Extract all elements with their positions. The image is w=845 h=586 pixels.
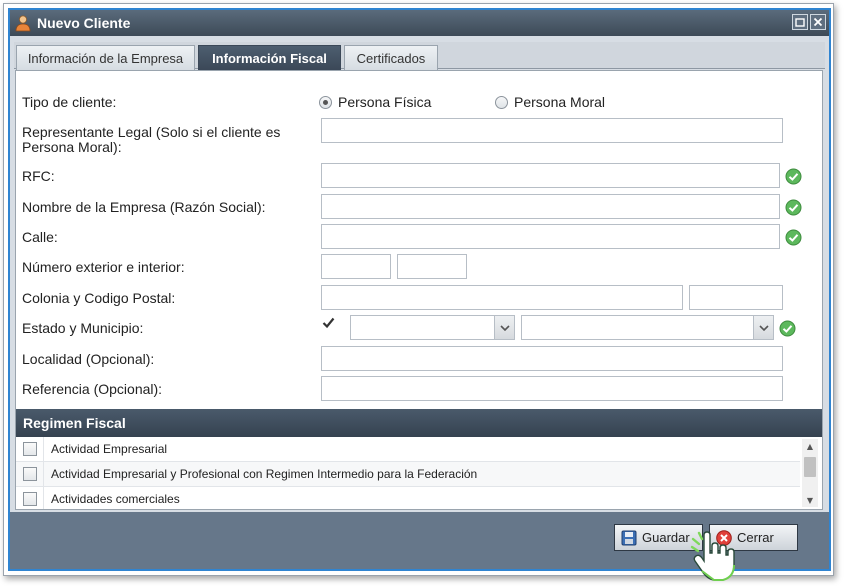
fiscal-form-panel: Tipo de cliente: Persona Física Persona … — [15, 70, 823, 510]
estado-municipio-label: Estado y Municipio: — [22, 320, 144, 336]
tab-certificados[interactable]: Certificados — [344, 45, 438, 70]
guardar-label: Guardar — [642, 530, 690, 545]
calle-input[interactable] — [321, 224, 780, 249]
save-icon — [621, 530, 637, 545]
representante-input[interactable] — [321, 118, 783, 143]
localidad-label: Localidad (Opcional): — [22, 351, 155, 367]
estado-checkbox[interactable] — [322, 316, 335, 329]
chevron-down-icon — [753, 316, 773, 339]
valid-check-icon — [779, 320, 796, 337]
nombre-empresa-label: Nombre de la Empresa (Razón Social): — [22, 199, 266, 215]
regimen-checkbox[interactable] — [22, 492, 37, 506]
nombre-empresa-input[interactable] — [321, 194, 780, 219]
cerrar-label: Cerrar — [737, 530, 774, 545]
regimen-checkbox[interactable] — [22, 442, 37, 456]
municipio-select[interactable] — [521, 315, 774, 340]
close-window-button[interactable] — [810, 14, 826, 30]
nuevo-cliente-window: Nuevo Cliente Información de la Empresa … — [8, 8, 831, 571]
hand-pointer-cursor-icon — [690, 531, 735, 581]
tab-informacion-fiscal[interactable]: Información Fiscal — [198, 45, 341, 70]
tab-informacion-empresa[interactable]: Información de la Empresa — [16, 45, 195, 70]
rfc-input[interactable] — [321, 163, 780, 188]
radio-persona-moral[interactable]: Persona Moral — [495, 94, 605, 110]
window-title: Nuevo Cliente — [37, 15, 131, 31]
colonia-input[interactable] — [321, 285, 683, 310]
scroll-thumb[interactable] — [804, 457, 816, 477]
rfc-label: RFC: — [22, 168, 55, 184]
radio-persona-fisica[interactable]: Persona Física — [319, 94, 431, 110]
numero-interior-input[interactable] — [397, 254, 467, 279]
referencia-input[interactable] — [321, 376, 783, 401]
maximize-button[interactable] — [792, 14, 808, 30]
regimen-row[interactable]: Actividad Empresarial y Profesional con … — [16, 461, 800, 487]
regimen-fiscal-list: Actividad Empresarial Actividad Empresar… — [16, 437, 822, 509]
regimen-label: Actividad Empresarial — [51, 442, 168, 456]
valid-check-icon — [785, 229, 802, 246]
chevron-down-icon — [494, 316, 514, 339]
tab-bar: Información de la Empresa Información Fi… — [14, 42, 825, 70]
calle-label: Calle: — [22, 229, 58, 245]
scroll-up-icon[interactable]: ▲ — [802, 439, 818, 453]
maximize-icon — [795, 18, 805, 27]
regimen-row[interactable]: Actividades comerciales — [16, 486, 800, 509]
radio-persona-moral-label: Persona Moral — [514, 94, 606, 110]
referencia-label: Referencia (Opcional): — [22, 381, 163, 397]
regimen-label: Actividad Empresarial y Profesional con … — [51, 467, 478, 481]
numero-exterior-input[interactable] — [321, 254, 391, 279]
close-icon — [813, 17, 823, 27]
valid-check-icon — [785, 199, 802, 216]
colonia-label: Colonia y Codigo Postal: — [22, 290, 176, 306]
representante-label-line2: Persona Moral): — [22, 139, 122, 155]
user-icon — [15, 15, 31, 32]
localidad-input[interactable] — [321, 346, 783, 371]
scroll-down-icon[interactable]: ▼ — [802, 493, 818, 507]
regimen-checkbox[interactable] — [22, 467, 37, 481]
radio-persona-fisica-label: Persona Física — [338, 94, 432, 110]
regimen-fiscal-header: Regimen Fiscal — [16, 409, 822, 437]
estado-select[interactable] — [350, 315, 515, 340]
valid-check-icon — [785, 168, 802, 185]
tipo-cliente-label: Tipo de cliente: — [22, 94, 117, 110]
regimen-row[interactable]: Actividad Empresarial — [16, 437, 800, 462]
representante-label-line1: Representante Legal (Solo si el cliente … — [22, 124, 281, 140]
codigo-postal-input[interactable] — [689, 285, 783, 310]
title-bar[interactable]: Nuevo Cliente — [10, 10, 829, 36]
radio-button[interactable] — [495, 95, 508, 109]
radio-button-selected[interactable] — [319, 95, 332, 109]
numero-label: Número exterior e interior: — [22, 259, 185, 275]
regimen-scrollbar[interactable]: ▲ ▼ — [802, 439, 818, 507]
regimen-label: Actividades comerciales — [51, 492, 180, 506]
